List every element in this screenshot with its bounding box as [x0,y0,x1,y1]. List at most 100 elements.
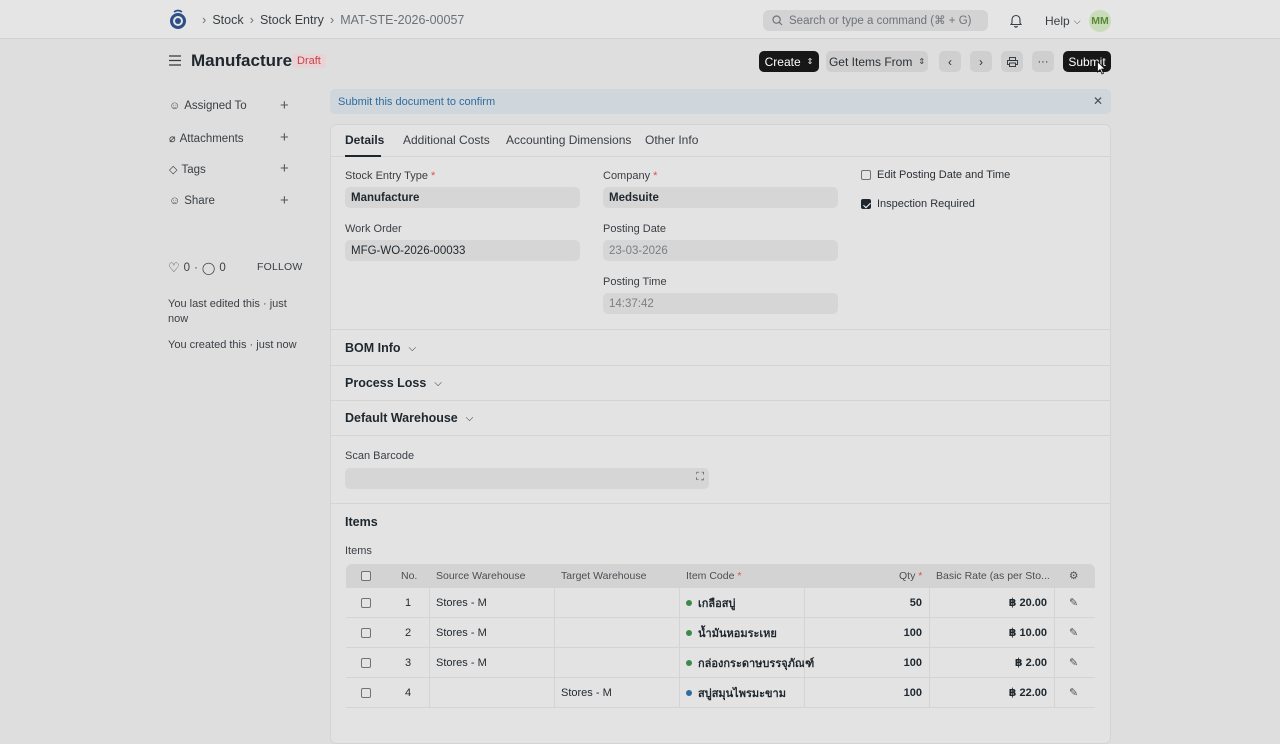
header-target-warehouse: Target Warehouse [561,570,647,582]
row-qty[interactable]: 100 [804,648,922,677]
scan-icon[interactable]: ⛶ [696,471,704,484]
sidebar-item-attachments[interactable]: ⌀ Attachments [169,132,244,146]
row-basic-rate[interactable]: ฿ 10.00 [929,618,1047,647]
breadcrumb-document[interactable]: MAT-STE-2026-00057 [340,13,464,27]
section-default-warehouse[interactable]: Default Warehouse ⌵ [345,411,473,425]
row-qty[interactable]: 50 [804,588,922,617]
row-qty[interactable]: 100 [804,618,922,647]
navbar: › Stock › Stock Entry › MAT-STE-2026-000… [0,0,1280,39]
heart-icon[interactable]: ♡ [168,260,180,276]
section-process-loss[interactable]: Process Loss ⌵ [345,376,442,390]
row-basic-rate[interactable]: ฿ 22.00 [929,678,1047,707]
row-source-warehouse[interactable]: Stores - M [436,618,487,647]
work-order-field[interactable]: MFG-WO-2026-00033 [345,240,580,261]
avatar[interactable]: MM [1089,10,1111,32]
stock-entry-type-label: Stock Entry Type * [345,170,436,182]
create-label: Create [764,54,801,69]
bell-icon[interactable] [1009,13,1023,28]
edit-row-icon[interactable]: ✎ [1069,588,1078,617]
section-bom-info[interactable]: BOM Info ⌵ [345,341,416,355]
follow-button[interactable]: FOLLOW [257,261,303,273]
row-basic-rate[interactable]: ฿ 2.00 [929,648,1047,677]
search-bar[interactable] [763,10,988,31]
posting-time-label: Posting Time [603,276,667,288]
previous-button[interactable]: ‹ [939,51,961,72]
edit-posting-checkbox[interactable] [861,170,871,180]
add-tag-icon[interactable]: + [280,160,289,177]
breadcrumb-stock[interactable]: Stock [212,13,243,27]
chevron-left-icon: ‹ [948,54,952,69]
divider [331,503,1110,504]
status-dot [686,599,692,606]
row-checkbox[interactable] [361,657,371,668]
scan-barcode-input[interactable]: ⛶ [345,468,709,489]
add-assignment-icon[interactable]: + [280,97,289,114]
chevron-down-icon: ⌵ [1073,15,1081,26]
posting-time-field[interactable]: 14:37:42 [603,293,838,314]
row-item-code[interactable]: น้ำมันหอมระเหย [686,618,777,647]
company-field[interactable]: Medsuite [603,187,838,208]
row-checkbox[interactable] [361,597,371,608]
form-card: Details Additional Costs Accounting Dime… [330,124,1111,744]
select-all-checkbox[interactable] [361,571,371,581]
add-attachment-icon[interactable]: + [280,129,289,146]
row-source-warehouse[interactable]: Stores - M [436,588,487,617]
gear-icon[interactable]: ⚙ [1069,564,1078,588]
create-button[interactable]: Create ⇕ [759,51,819,72]
divider [331,435,1110,436]
table-row[interactable]: 1 Stores - M เกลือสบู่ 50 ฿ 20.00 ✎ [346,588,1095,618]
row-item-code[interactable]: สบู่สมุนไพรมะขาม [686,678,786,707]
breadcrumb-stock-entry[interactable]: Stock Entry [260,13,324,27]
section-items: Items [345,515,378,529]
table-row[interactable]: 4 Stores - M สบู่สมุนไพรมะขาม 100 ฿ 22.00 ✎ [346,678,1095,708]
edit-row-icon[interactable]: ✎ [1069,648,1078,677]
row-checkbox[interactable] [361,687,371,698]
help-menu[interactable]: Help ⌵ [1045,14,1081,28]
table-row[interactable]: 3 Stores - M กล่องกระดาษบรรจุภัณฑ์ 100 ฿ 2.0… [346,648,1095,678]
divider [331,329,1110,330]
chevron-right-icon: › [249,12,254,27]
inspection-required-checkbox[interactable] [861,199,871,209]
table-row[interactable]: 2 Stores - M น้ำมันหอมระเหย 100 ฿ 10.00 ✎ [346,618,1095,648]
row-item-code[interactable]: กล่องกระดาษบรรจุภัณฑ์ [686,648,814,677]
next-button[interactable]: › [970,51,992,72]
sidebar-item-share[interactable]: ☺ Share [169,195,215,207]
row-item-code[interactable]: เกลือสบู่ [686,588,735,617]
tab-additional-costs[interactable]: Additional Costs [403,133,490,147]
row-basic-rate[interactable]: ฿ 20.00 [929,588,1047,617]
more-options-button[interactable]: ··· [1032,51,1054,72]
hamburger-icon[interactable] [169,55,181,66]
sidebar-item-tags[interactable]: ◇ Tags [169,163,206,177]
tag-icon: ◇ [169,164,178,176]
alert-message: Submit this document to confirm [338,95,496,108]
tab-other-info[interactable]: Other Info [645,133,698,147]
get-items-from-button[interactable]: Get Items From ⇕ [826,51,928,72]
add-share-icon[interactable]: + [280,192,289,209]
row-no: 1 [405,596,412,609]
help-label: Help [1045,14,1070,28]
print-button[interactable] [1001,51,1023,72]
row-target-warehouse[interactable]: Stores - M [561,678,612,707]
comment-icon[interactable]: ◯ [202,261,215,275]
row-checkbox[interactable] [361,627,371,638]
tab-accounting-dimensions[interactable]: Accounting Dimensions [506,133,631,147]
stock-entry-type-field[interactable]: Manufacture [345,187,580,208]
inspection-required-label: Inspection Required [877,198,975,210]
tab-details[interactable]: Details [345,133,384,147]
divider [331,365,1110,366]
close-icon[interactable]: ✕ [1093,94,1103,108]
chevron-down-icon: ⌵ [434,377,442,389]
edit-row-icon[interactable]: ✎ [1069,678,1078,707]
row-qty[interactable]: 100 [804,678,922,707]
sidebar-item-assigned-to[interactable]: ☺ Assigned To [169,100,247,112]
page-title: Manufacture [191,51,293,70]
separator-dot: · [194,262,198,274]
select-arrows-icon: ⇕ [806,56,814,66]
edit-row-icon[interactable]: ✎ [1069,618,1078,647]
items-table: No. Source Warehouse Target Warehouse It… [346,564,1095,708]
posting-date-field[interactable]: 23-03-2026 [603,240,838,261]
edit-posting-label: Edit Posting Date and Time [877,169,1011,181]
app-logo-icon[interactable] [168,9,188,31]
row-source-warehouse[interactable]: Stores - M [436,648,487,677]
search-input[interactable] [789,14,979,27]
